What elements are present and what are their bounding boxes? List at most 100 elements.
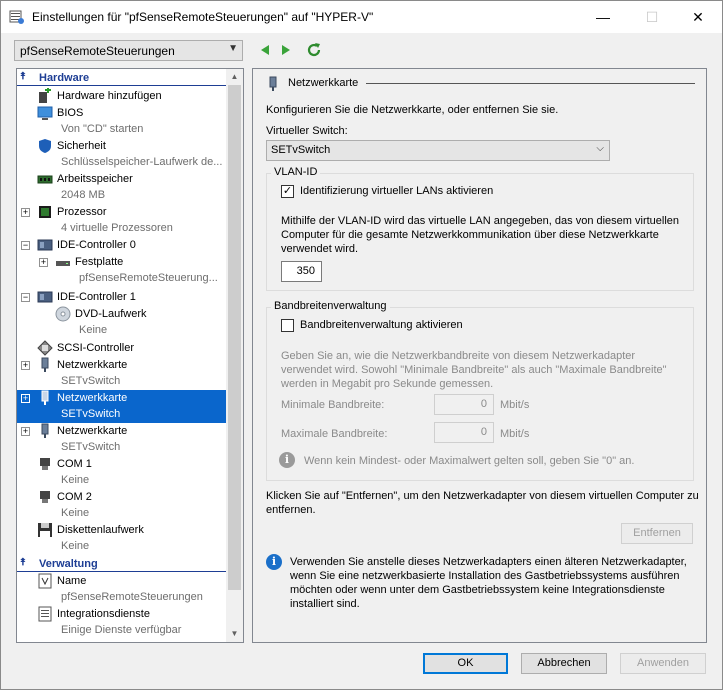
tree-item-sublabel: 4 virtuelle Prozessoren	[61, 222, 173, 234]
previous-arrow-icon[interactable]	[257, 42, 273, 58]
refresh-icon[interactable]	[306, 42, 322, 58]
title-divider	[366, 83, 695, 84]
management-section-header[interactable]: ⯭ Verwaltung	[17, 556, 228, 572]
min-bandwidth-input[interactable]: 0	[434, 394, 494, 415]
cancel-button[interactable]: Abbrechen	[521, 653, 607, 674]
tree-item-sublabel: SETvSwitch	[61, 375, 121, 387]
tree-item-com1[interactable]: COM 1 Keine	[17, 456, 228, 489]
processor-icon	[39, 206, 51, 218]
tree-item-sublabel: SETvSwitch	[61, 441, 121, 453]
tree-item-security[interactable]: Sicherheit Schlüsselspeicher-Laufwerk de…	[17, 138, 228, 171]
serial-port-icon	[40, 458, 50, 470]
min-bandwidth-unit: Mbit/s	[500, 399, 530, 411]
tree-item-sublabel: pfSenseRemoteSteuerung...	[79, 272, 218, 284]
tree-item-hardware-add[interactable]: Hardware hinzufügen	[17, 88, 228, 105]
expand-icon[interactable]: +	[21, 361, 30, 370]
controller-icon	[37, 291, 53, 303]
close-button[interactable]: ✕	[675, 1, 721, 33]
expand-icon[interactable]: +	[21, 208, 30, 217]
tree-item-network-adapter-2[interactable]: + Netzwerkkarte SETvSwitch	[17, 390, 228, 423]
tree-item-label: Festplatte	[75, 256, 124, 268]
tree-item-label: BIOS	[57, 107, 84, 119]
collapse-tree-icon[interactable]: −	[21, 293, 30, 302]
tree-item-hard-disk[interactable]: + Festplatte pfSenseRemoteSteuerung...	[17, 254, 228, 287]
bandwidth-description: Geben Sie an, wie die Netzwerkbandbreite…	[281, 350, 667, 390]
checkmark-icon: ✓	[282, 185, 293, 197]
maximize-icon: ☐	[645, 8, 659, 25]
bandwidth-group-label: Bandbreitenverwaltung	[271, 300, 390, 312]
management-section-label: Verwaltung	[39, 558, 98, 570]
vlan-group-label: VLAN-ID	[271, 166, 321, 178]
tree-item-integration-services[interactable]: Integrationsdienste Einige Dienste verfü…	[17, 606, 228, 639]
tree-item-label: Netzwerkkarte	[57, 359, 128, 371]
tree-item-label: COM 2	[57, 491, 92, 503]
tree-item-dvd-drive[interactable]: DVD-Laufwerk Keine	[17, 306, 228, 339]
tree-item-scsi-controller[interactable]: SCSI-Controller	[17, 340, 228, 357]
tree-item-network-adapter-3[interactable]: + Netzwerkkarte SETvSwitch	[17, 423, 228, 456]
network-adapter-icon	[41, 390, 49, 405]
bandwidth-checkbox[interactable]	[281, 319, 294, 332]
tree-item-label: Sicherheit	[57, 140, 106, 152]
tree-item-sublabel: SETvSwitch	[61, 408, 121, 420]
tree-item-sublabel: pfSenseRemoteSteuerungen	[61, 591, 203, 603]
vlan-id-input[interactable]: 350	[281, 261, 322, 282]
network-adapter-icon	[41, 357, 49, 372]
tree-item-bios[interactable]: BIOS Von "CD" starten	[17, 105, 228, 138]
scroll-up-icon[interactable]: ▲	[226, 69, 243, 85]
monitor-icon	[37, 106, 53, 120]
remove-description: Klicken Sie auf "Entfernen", um den Netz…	[266, 490, 699, 516]
min-bandwidth-label: Minimale Bandbreite:	[281, 399, 385, 411]
virtual-switch-label: Virtueller Switch:	[266, 125, 348, 137]
settings-panel: Netzwerkkarte Konfigurieren Sie die Netz…	[252, 68, 707, 643]
bandwidth-checkbox-label: Bandbreitenverwaltung aktivieren	[300, 319, 463, 331]
vm-selector[interactable]: pfSenseRemoteSteuerungen ▼	[14, 40, 243, 61]
tree-item-network-adapter-1[interactable]: + Netzwerkkarte SETvSwitch	[17, 357, 228, 390]
expand-icon[interactable]: +	[21, 394, 30, 403]
maximize-button[interactable]: ☐	[629, 1, 675, 33]
chevron-down-icon: ⌵	[596, 143, 604, 154]
apply-button[interactable]: Anwenden	[620, 653, 706, 674]
remove-button[interactable]: Entfernen	[621, 523, 693, 544]
tree-item-label: Netzwerkkarte	[57, 425, 128, 437]
hard-disk-icon	[56, 261, 70, 266]
expand-icon[interactable]: +	[39, 258, 48, 267]
vm-selector-value: pfSenseRemoteSteuerungen	[20, 44, 175, 58]
scrollbar-thumb[interactable]	[228, 85, 241, 590]
virtual-switch-select[interactable]: SETvSwitch ⌵	[266, 140, 610, 161]
memory-icon	[37, 175, 53, 184]
hardware-section-header[interactable]: ⯭ Hardware	[17, 70, 228, 86]
tree-item-sublabel: Von "CD" starten	[61, 123, 144, 135]
scroll-down-icon[interactable]: ▼	[226, 626, 243, 642]
legacy-adapter-info: Verwenden Sie anstelle dieses Netzwerkad…	[290, 556, 687, 610]
tree-item-com2[interactable]: COM 2 Keine	[17, 489, 228, 522]
dvd-icon	[55, 306, 71, 322]
tree-item-diskette-drive[interactable]: Diskettenlaufwerk Keine	[17, 522, 228, 555]
vlan-description: Mithilfe der VLAN-ID wird das virtuelle …	[281, 215, 680, 255]
next-arrow-icon[interactable]	[278, 42, 294, 58]
ok-button[interactable]: OK	[423, 653, 508, 674]
tree-item-sublabel: Einige Dienste verfügbar	[61, 624, 182, 636]
collapse-tree-icon[interactable]: −	[21, 241, 30, 250]
tree-item-name[interactable]: Name pfSenseRemoteSteuerungen	[17, 573, 228, 606]
tree-item-memory[interactable]: Arbeitsspeicher 2048 MB	[17, 171, 228, 204]
tree-item-ide-controller-1[interactable]: − IDE-Controller 1	[17, 289, 228, 306]
max-bandwidth-input[interactable]: 0	[434, 422, 494, 443]
tree-scrollbar[interactable]: ▲ ▼	[226, 69, 243, 642]
tree-item-processor[interactable]: + Prozessor 4 virtuelle Prozessoren	[17, 204, 228, 237]
expand-icon[interactable]: +	[21, 427, 30, 436]
tree-item-label: Name	[57, 575, 87, 587]
tree-item-label: IDE-Controller 1	[57, 291, 136, 303]
hardware-section-label: Hardware	[39, 72, 90, 84]
virtual-switch-value: SETvSwitch	[271, 144, 331, 156]
minimize-button[interactable]: —	[580, 1, 626, 33]
network-adapter-icon	[41, 423, 49, 438]
vlan-checkbox[interactable]: ✓	[281, 185, 294, 198]
close-icon: ✕	[692, 8, 704, 25]
tree-item-sublabel: Keine	[61, 540, 90, 552]
tree-item-label: COM 1	[57, 458, 92, 470]
tree-item-ide-controller-0[interactable]: − IDE-Controller 0	[17, 237, 228, 254]
tree-item-sublabel: Keine	[61, 474, 90, 486]
serial-port-icon	[40, 491, 50, 503]
tree-item-label: DVD-Laufwerk	[75, 308, 147, 320]
info-icon: i	[279, 452, 295, 468]
